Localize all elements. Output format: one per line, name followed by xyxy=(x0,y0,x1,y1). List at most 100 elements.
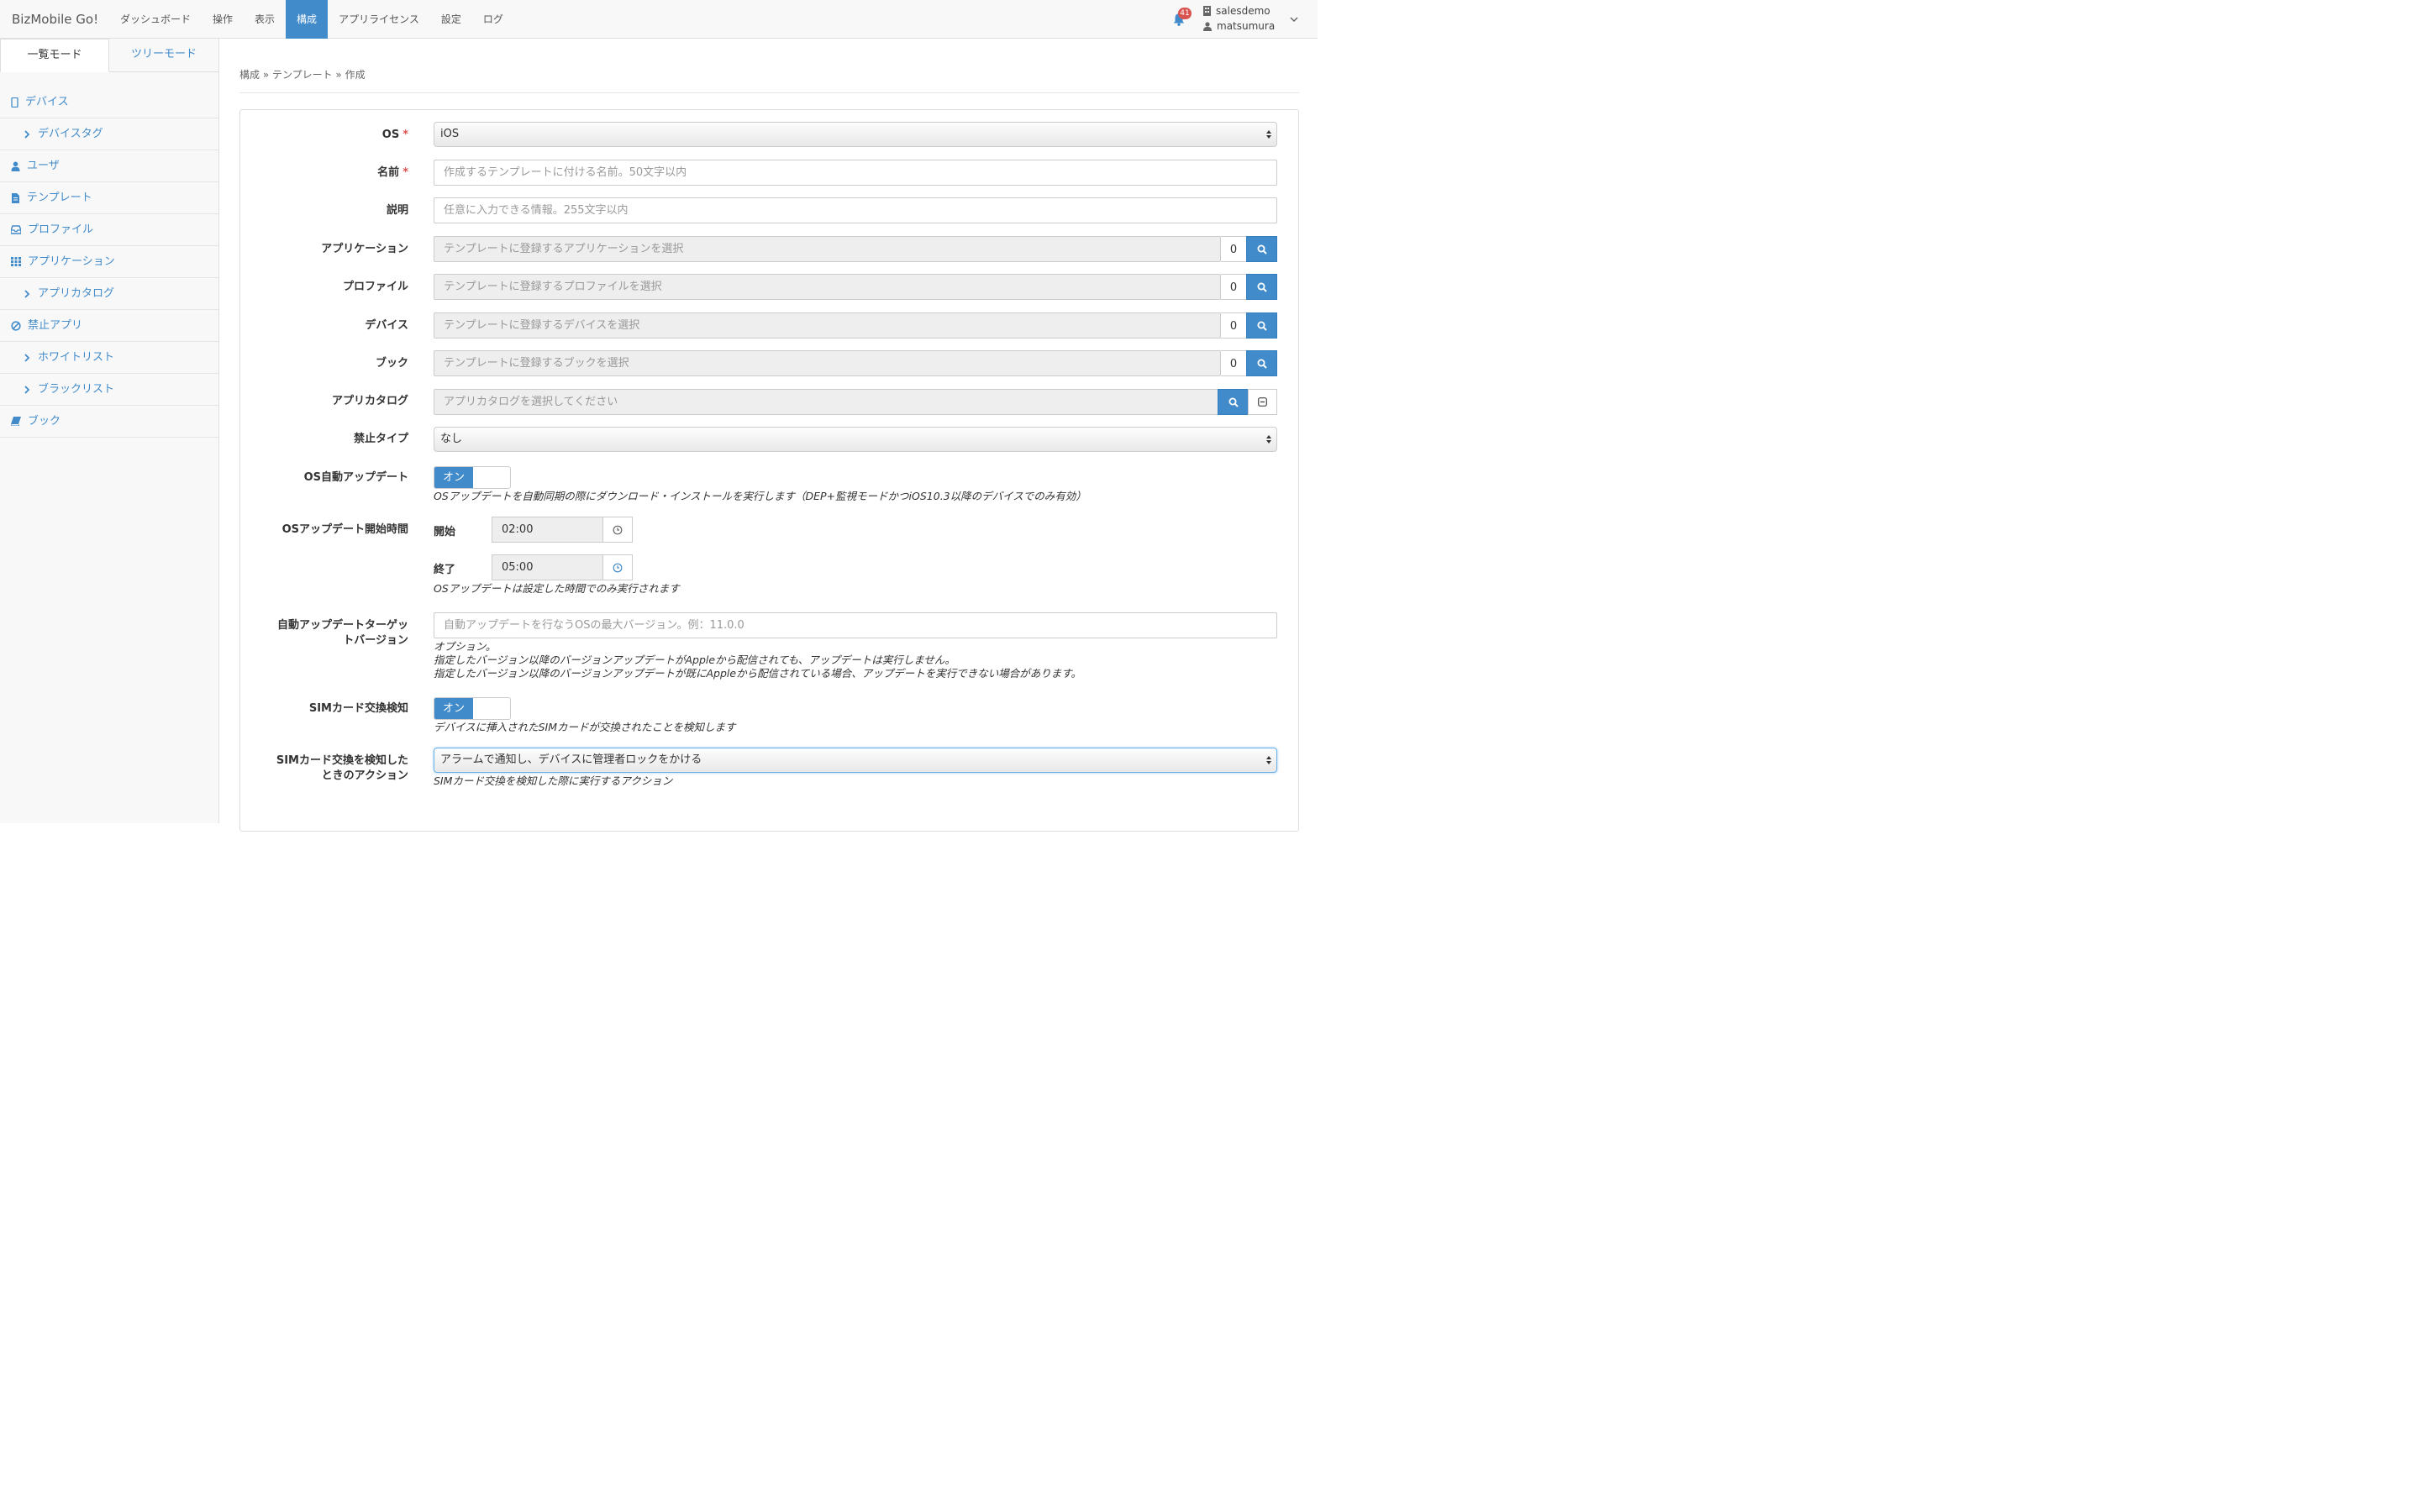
chevron-right-icon xyxy=(24,385,30,394)
sim-detect-toggle[interactable]: オン xyxy=(434,697,511,720)
application-search-button[interactable] xyxy=(1246,236,1277,262)
os-update-time-label: OSアップデート開始時間 xyxy=(281,523,408,536)
mobile-icon xyxy=(11,97,18,108)
inbox-icon xyxy=(11,225,21,234)
book-input[interactable]: テンプレートに登録するブックを選択 xyxy=(434,350,1221,376)
device-search-button[interactable] xyxy=(1246,312,1277,339)
target-version-help: オプション。 指定したバージョン以降のバージョンアップデートがAppleから配信… xyxy=(434,640,1081,680)
mode-tabs: 一覧モード ツリーモード xyxy=(0,39,218,72)
clock-icon xyxy=(613,525,623,534)
catalog-label: アプリカタログ xyxy=(331,395,408,407)
ban-type-label: 禁止タイプ xyxy=(353,433,408,445)
user-name: matsumura xyxy=(1217,20,1276,32)
chevron-right-icon xyxy=(24,129,30,139)
book-count: 0 xyxy=(1221,350,1247,376)
catalog-input[interactable]: アプリカタログを選択してください xyxy=(434,389,1218,415)
catalog-search-button[interactable] xyxy=(1218,389,1249,415)
target-version-input[interactable]: 自動アップデートを行なうOSの最大バージョン。例：11.0.0 xyxy=(434,612,1277,638)
nav-display[interactable]: 表示 xyxy=(244,0,286,39)
description-input[interactable]: 任意に入力できる情報。255文字以内 xyxy=(434,197,1277,223)
user-icon xyxy=(11,161,20,171)
profile-input[interactable]: テンプレートに登録するプロファイルを選択 xyxy=(434,274,1221,300)
ban-icon xyxy=(11,320,21,331)
os-auto-update-label: OS自動アップデート xyxy=(303,471,408,484)
profile-search-button[interactable] xyxy=(1246,274,1277,300)
search-icon xyxy=(1257,282,1267,292)
clock-icon xyxy=(613,563,623,572)
select-arrows-icon xyxy=(1266,130,1271,139)
os-select[interactable]: iOS xyxy=(434,122,1277,147)
search-icon xyxy=(1257,321,1267,331)
end-time-input[interactable]: 05:00 xyxy=(492,554,603,580)
chevron-down-icon[interactable] xyxy=(1289,14,1299,24)
book-search-button[interactable] xyxy=(1246,350,1277,376)
name-label: 名前 * xyxy=(377,166,408,179)
sidebar-item-device-tag[interactable]: デバイスタグ xyxy=(0,118,218,150)
nav-log[interactable]: ログ xyxy=(472,0,514,39)
tab-list-mode[interactable]: 一覧モード xyxy=(0,39,109,72)
application-input[interactable]: テンプレートに登録するアプリケーションを選択 xyxy=(434,236,1221,262)
user-icon xyxy=(1203,21,1212,31)
ban-type-select[interactable]: なし xyxy=(434,427,1277,452)
chevron-right-icon xyxy=(24,289,30,298)
device-count: 0 xyxy=(1221,312,1247,339)
notification-badge: 41 xyxy=(1178,8,1192,19)
sidebar-item-app-catalog[interactable]: アプリカタログ xyxy=(0,278,218,310)
sidebar-item-book[interactable]: ブック xyxy=(0,406,218,438)
name-input[interactable]: 作成するテンプレートに付ける名前。50文字以内 xyxy=(434,160,1277,186)
brand-logo[interactable]: BizMobile Go! xyxy=(12,0,98,39)
sidebar-item-user[interactable]: ユーザ xyxy=(0,150,218,182)
device-label: デバイス xyxy=(365,319,408,332)
sim-detect-help: デバイスに挿入されたSIMカードが交換されたことを検知します xyxy=(434,721,736,733)
start-label: 開始 xyxy=(434,526,456,538)
top-navbar: BizMobile Go! ダッシュボード 操作 表示 構成 アプリライセンス … xyxy=(0,0,1318,39)
user-menu[interactable]: salesdemo matsumura xyxy=(1203,3,1275,34)
sim-action-select[interactable]: アラームで通知し、デバイスに管理者ロックをかける xyxy=(434,748,1277,773)
profile-label: プロファイル xyxy=(342,281,408,293)
nav-app-license[interactable]: アプリライセンス xyxy=(328,0,430,39)
sim-action-label: SIMカード交換を検知した ときのアクション xyxy=(276,754,408,782)
end-label: 終了 xyxy=(434,564,456,576)
sidebar-item-whitelist[interactable]: ホワイトリスト xyxy=(0,342,218,374)
book-label: ブック xyxy=(375,357,408,370)
breadcrumb-divider xyxy=(239,92,1299,93)
end-time-button[interactable] xyxy=(602,554,633,580)
sidebar-item-template[interactable]: テンプレート xyxy=(0,182,218,214)
os-label: OS * xyxy=(381,129,408,141)
sidebar-item-blacklist[interactable]: ブラックリスト xyxy=(0,374,218,406)
nav-dashboard[interactable]: ダッシュボード xyxy=(109,0,202,39)
grid-icon xyxy=(11,257,21,266)
sim-action-help: SIMカード交換を検知した際に実行するアクション xyxy=(434,774,673,787)
building-icon xyxy=(1203,6,1211,16)
breadcrumb: 構成 » テンプレート » 作成 xyxy=(239,69,366,81)
file-icon xyxy=(12,192,19,203)
sidebar-item-profile[interactable]: プロファイル xyxy=(0,214,218,246)
os-auto-update-toggle[interactable]: オン xyxy=(434,466,511,489)
nav-operation[interactable]: 操作 xyxy=(202,0,244,39)
profile-count: 0 xyxy=(1221,274,1247,300)
nav-settings[interactable]: 設定 xyxy=(430,0,472,39)
sidebar-item-banned-apps[interactable]: 禁止アプリ xyxy=(0,310,218,342)
sidebar-item-application[interactable]: アプリケーション xyxy=(0,246,218,278)
target-version-label: 自動アップデートターゲッ トバージョン xyxy=(276,619,408,647)
sidebar-item-device[interactable]: デバイス xyxy=(0,87,218,118)
os-auto-update-help: OSアップデートを自動同期の際にダウンロード・インストールを実行します（DEP+… xyxy=(434,490,1086,502)
nav-configuration[interactable]: 構成 xyxy=(286,0,329,39)
toggle-on-label: オン xyxy=(434,698,473,719)
main-nav: ダッシュボード 操作 表示 構成 アプリライセンス 設定 ログ xyxy=(109,0,514,39)
select-arrows-icon xyxy=(1266,756,1271,764)
start-time-button[interactable] xyxy=(602,517,633,543)
chevron-right-icon xyxy=(24,353,30,362)
tab-tree-mode[interactable]: ツリーモード xyxy=(109,39,218,72)
sidebar-menu: デバイス デバイスタグ ユーザ テンプレート プロファイル アプリケーション ア… xyxy=(0,87,218,438)
search-icon xyxy=(1228,397,1239,407)
book-icon xyxy=(11,417,21,426)
start-time-input[interactable]: 02:00 xyxy=(492,517,603,543)
search-icon xyxy=(1257,359,1267,369)
catalog-clear-button[interactable] xyxy=(1248,389,1277,415)
sidebar: 一覧モード ツリーモード デバイス デバイスタグ ユーザ テンプレート プロファ… xyxy=(0,39,219,823)
toggle-on-label: オン xyxy=(434,467,473,488)
search-icon xyxy=(1257,244,1267,255)
description-label: 説明 xyxy=(386,204,408,217)
device-input[interactable]: テンプレートに登録するデバイスを選択 xyxy=(434,312,1221,339)
